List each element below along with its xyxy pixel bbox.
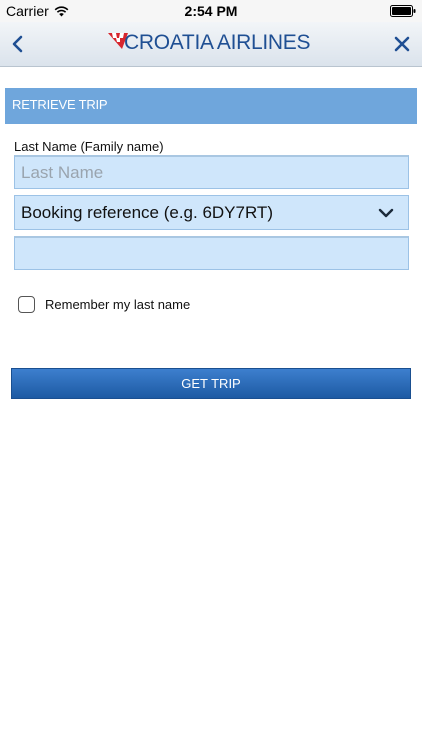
remember-checkbox[interactable] — [18, 296, 35, 313]
last-name-label: Last Name (Family name) — [14, 139, 164, 154]
close-icon[interactable] — [392, 34, 412, 54]
chevron-down-icon — [378, 208, 394, 218]
remember-label: Remember my last name — [45, 297, 191, 312]
section-header: RETRIEVE TRIP — [5, 88, 417, 124]
last-name-input[interactable] — [14, 155, 409, 189]
chevron-left-icon[interactable] — [8, 32, 28, 56]
nav-bar: CROATIA AIRLINES — [0, 22, 422, 67]
status-time: 2:54 PM — [184, 3, 238, 19]
get-trip-button[interactable]: GET TRIP — [11, 368, 411, 399]
remember-row: Remember my last name — [18, 296, 190, 313]
booking-reference-input[interactable] — [14, 236, 409, 270]
brand-logo: CROATIA AIRLINES — [108, 31, 311, 55]
brand-name: CROATIA AIRLINES — [124, 31, 311, 54]
status-bar: Carrier 2:54 PM — [0, 0, 422, 22]
booking-type-select[interactable]: Booking reference (e.g. 6DY7RT) — [14, 195, 409, 230]
get-trip-label: GET TRIP — [181, 376, 241, 391]
battery-icon — [390, 5, 416, 17]
booking-type-value: Booking reference (e.g. 6DY7RT) — [21, 202, 273, 222]
